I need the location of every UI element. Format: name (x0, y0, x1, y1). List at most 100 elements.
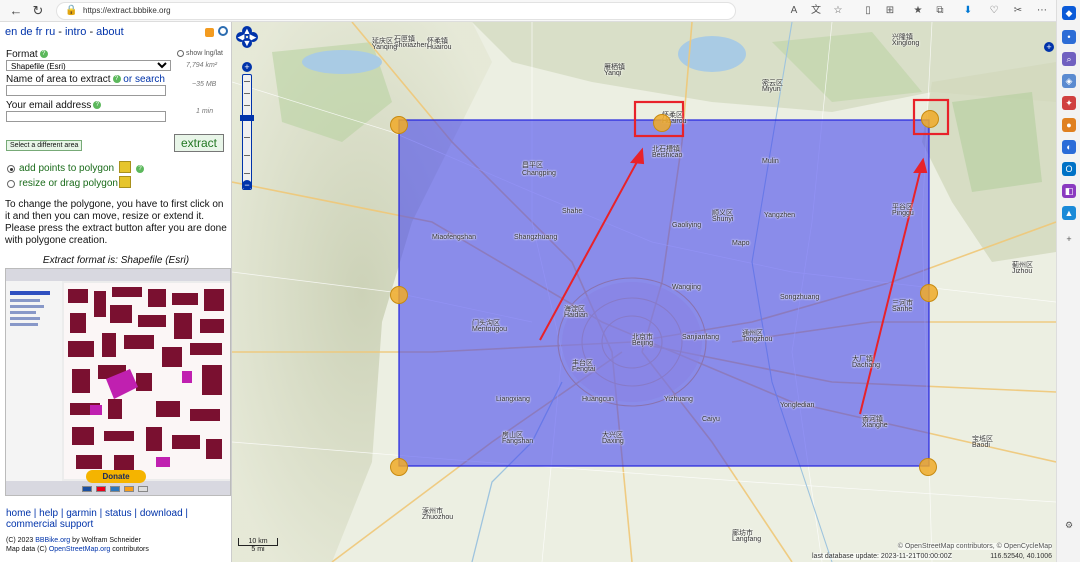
tools-icon[interactable]: ✦ (1062, 96, 1076, 110)
split-screen-icon[interactable]: ▯ (860, 3, 876, 19)
extract-time: 1 min (196, 108, 214, 115)
pan-control[interactable]: ▲ ◀ ▶ ▼ (236, 26, 258, 48)
add-icon[interactable]: + (1062, 232, 1076, 246)
help-icon[interactable]: ? (112, 75, 121, 84)
polygon-handle[interactable] (921, 110, 939, 128)
shopping-icon[interactable]: ◈ (1062, 74, 1076, 88)
place-label: Caiyu (702, 416, 720, 423)
card-icon (138, 486, 148, 492)
settings-icon[interactable] (218, 26, 228, 36)
rss-icon[interactable] (205, 28, 214, 37)
extensions-icon[interactable]: ⊞ (882, 3, 898, 19)
resize-radio[interactable] (7, 180, 15, 188)
polygon-handle[interactable] (390, 116, 408, 134)
polygon-handle[interactable] (653, 114, 671, 132)
download-link[interactable]: download (140, 508, 183, 519)
pan-down-icon[interactable]: ▼ (242, 38, 252, 48)
layer-switcher-icon[interactable]: + (1044, 42, 1054, 52)
area-name-input[interactable] (6, 85, 166, 96)
screenshot-icon[interactable]: ✂ (1010, 3, 1026, 19)
map-canvas[interactable]: 石匣镇 Shixiazhen 怀柔镇 Huairou 兴隆镇 Xinglong 雁栖镇 Yan… (232, 22, 1056, 562)
about-link[interactable]: about (96, 26, 124, 38)
more-menu-icon[interactable]: ⋯ (1034, 3, 1050, 19)
polygon-handle[interactable] (919, 458, 937, 476)
edge-icon[interactable]: ◐ (1062, 140, 1076, 154)
card-icon (124, 486, 134, 492)
polygon-handle[interactable] (390, 286, 408, 304)
download-icon[interactable]: ⬇ (960, 3, 976, 19)
place-label: Langfang (732, 536, 762, 543)
card-icon (96, 486, 106, 492)
favorites-bar-icon[interactable]: ★ (910, 3, 926, 19)
place-label: Fangshan (502, 438, 534, 445)
search-icon[interactable]: ⌕ (1062, 52, 1076, 66)
drop-icon[interactable]: ▲ (1062, 206, 1076, 220)
polygon-handle[interactable] (920, 284, 938, 302)
help-link[interactable]: help (39, 508, 58, 519)
intro-link[interactable]: intro (65, 26, 86, 38)
url-text: https://extract.bbbike.org (83, 6, 171, 15)
footer-links: home | help | garmin | status | download… (6, 508, 189, 530)
read-aloud-icon[interactable]: A (786, 3, 802, 19)
scale-mi: 5 mi (251, 546, 265, 553)
extract-button[interactable]: extract (174, 134, 224, 152)
lang-nav-separator: - (86, 26, 97, 38)
place-label: Yanqing (372, 44, 398, 51)
donate-button[interactable]: Donate (86, 470, 146, 483)
place-label: Yizhuang (664, 396, 693, 403)
address-bar[interactable]: 🔒 https://extract.bbbike.org (56, 2, 736, 20)
area-size: 7,794 km² (186, 62, 218, 69)
place-label: Changping (522, 170, 556, 177)
osm-link[interactable]: OpenStreetMap.org (49, 546, 110, 553)
security-icon[interactable]: ♡ (986, 3, 1002, 19)
collections-icon[interactable]: ⧉ (932, 3, 948, 19)
browser-toolbar: ← ↻ 🔒 https://extract.bbbike.org A 文 ☆ ▯… (0, 0, 1080, 22)
zoom-slider[interactable] (240, 74, 254, 190)
status-link[interactable]: status (105, 508, 132, 519)
outlook-icon[interactable]: O (1062, 162, 1076, 176)
lang-de[interactable]: de (20, 26, 32, 38)
designer-icon[interactable]: ◧ (1062, 184, 1076, 198)
polygon-handle[interactable] (390, 458, 408, 476)
place-label: Mulin (762, 158, 779, 165)
show-lnglat-checkbox[interactable] (177, 50, 184, 57)
sidebar-settings-icon[interactable]: ⚙ (1062, 518, 1076, 532)
email-input[interactable] (6, 111, 166, 122)
refresh-icon[interactable]: ↻ (30, 3, 46, 19)
format-select[interactable]: Shapefile (Esri) (6, 60, 171, 71)
zoom-in-button[interactable]: + (242, 62, 252, 72)
zoom-out-button[interactable]: − (242, 180, 252, 190)
back-icon[interactable]: ← (8, 3, 24, 19)
bell-icon[interactable]: • (1062, 30, 1076, 44)
show-lnglat-label: show lng/lat (186, 50, 223, 57)
translate-icon[interactable]: 文 (808, 3, 824, 19)
favorite-icon[interactable]: ☆ (830, 3, 846, 19)
garmin-link[interactable]: garmin (66, 508, 97, 519)
lang-ru[interactable]: ru (45, 26, 55, 38)
or-search-link[interactable]: or search (123, 74, 165, 85)
copilot-icon[interactable]: ◆ (1062, 6, 1076, 20)
lang-en[interactable]: en (5, 26, 17, 38)
add-points-label: add points to polygon (19, 163, 115, 174)
help-icon[interactable]: ? (136, 165, 144, 173)
home-link[interactable]: home (6, 508, 31, 519)
bbbike-link[interactable]: BBBike.org (35, 537, 70, 544)
help-icon[interactable]: ? (93, 101, 102, 110)
help-icon[interactable]: ? (39, 50, 48, 59)
place-label: Shunyi (712, 216, 734, 223)
file-size: ~35 MB (192, 81, 217, 88)
zoom-slider-handle[interactable] (240, 115, 254, 121)
commercial-support-link[interactable]: commercial support (6, 519, 93, 530)
browser-sidebar: ◆ • ⌕ ◈ ✦ ● ◐ O ◧ ▲ + ⚙ (1056, 0, 1080, 562)
games-icon[interactable]: ● (1062, 118, 1076, 132)
map-attribution: © OpenStreetMap contributors, © OpenCycl… (897, 543, 1052, 550)
place-label: 昌平区 (522, 162, 543, 169)
selection-polygon[interactable] (398, 119, 930, 467)
instructions-text: To change the polygone, you have to firs… (5, 199, 227, 246)
place-label: Mapo (732, 240, 750, 247)
select-area-button[interactable]: Select a different area (6, 140, 83, 151)
add-points-icon (119, 161, 131, 173)
place-label: Xinglong (892, 40, 920, 47)
add-points-radio[interactable] (7, 165, 15, 173)
area-name-label: Name of area to extract? or search (6, 74, 165, 85)
